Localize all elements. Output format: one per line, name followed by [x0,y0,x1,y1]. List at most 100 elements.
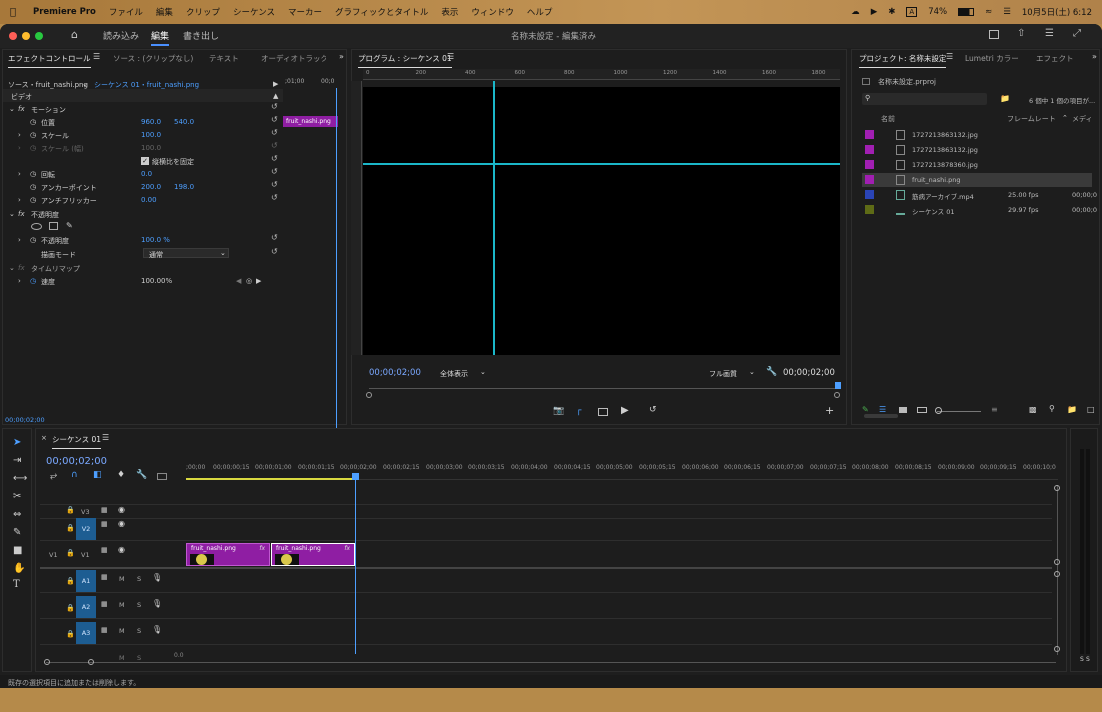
tab-effects[interactable]: エフェクト [1036,53,1074,64]
reset-icon[interactable]: ↺ [271,193,278,202]
label-color-swatch[interactable] [865,175,874,184]
eye-icon[interactable]: ◉ [118,545,125,554]
sync-icon[interactable]: ▦ [101,520,108,528]
mute-button[interactable]: M [119,575,125,583]
source-patch-v1[interactable]: V1 [49,551,58,559]
column-media[interactable]: メディ [1072,114,1093,124]
stopwatch-icon[interactable]: ◷ [30,170,36,178]
blend-mode-select[interactable]: 通常 ⌄ [143,248,229,259]
reset-icon[interactable]: ↺ [271,115,278,124]
label-color-swatch[interactable] [865,160,874,169]
stopwatch-icon[interactable]: ◷ [30,277,36,285]
guide-horizontal[interactable] [363,163,840,165]
snap-icon[interactable]: ∩ [71,470,78,480]
guide-vertical[interactable] [493,81,495,355]
reset-icon[interactable]: ↺ [271,102,278,111]
timeline-timecode[interactable]: 00;00;02;00 [46,456,107,467]
stopwatch-icon[interactable]: ◷ [30,196,36,204]
timecode-program[interactable]: 00;00;02;00 [369,368,421,378]
menu-help[interactable]: ヘルプ [527,6,553,18]
work-area-bar[interactable] [186,478,356,480]
track-label-v1[interactable]: V1 [81,551,90,559]
bluetooth-icon[interactable]: ✱ [888,7,895,17]
play-status-icon[interactable]: ▶ [871,7,878,17]
menu-marker[interactable]: マーカー [288,6,322,18]
list-view-icon[interactable]: ☰ [879,405,886,414]
stopwatch-icon[interactable]: ◷ [30,183,36,191]
linked-selection-icon[interactable]: ◧ [93,470,102,480]
scroll-handle-top[interactable] [1054,485,1060,491]
position-y-value[interactable]: 540.0 [174,118,194,126]
expand-icon[interactable]: › [18,196,21,204]
wifi-icon[interactable]: ≈ [985,7,992,17]
freeform-view-icon[interactable] [917,407,927,413]
column-name[interactable]: 名前 [881,114,895,124]
meter-solo-right[interactable]: S [1086,656,1090,663]
timeline-close-icon[interactable]: × [41,434,47,442]
pen-tool-icon[interactable]: ✎ [13,527,21,538]
add-marker-icon[interactable]: ♦ [117,470,125,480]
tab-audio-track[interactable]: オーディオトラック [261,53,326,64]
track-target-a1[interactable]: A1 [76,570,96,592]
reset-icon[interactable]: ↺ [271,128,278,137]
mini-timeline-clip[interactable]: fruit_nashi.png [283,116,338,127]
sort-ascending-icon[interactable]: ⌃ [1062,114,1068,122]
project-item-selected[interactable]: fruit_nashi.png [862,173,1092,187]
tab-sequence[interactable]: シーケンス 01 [52,434,102,449]
label-color-swatch[interactable] [865,145,874,154]
scrollbar-vertical[interactable] [1057,485,1058,655]
uniform-scale-checkbox[interactable]: ✓ [141,157,149,165]
lock-icon[interactable]: 🔒 [66,577,75,585]
fit-select[interactable]: 全体表示 ⌄ [435,368,489,378]
slider-knob[interactable] [935,407,942,414]
sync-icon[interactable]: ▦ [101,626,108,634]
project-menu-icon[interactable]: ☰ [946,52,953,61]
input-source-icon[interactable]: A [906,7,918,17]
track-label-v3[interactable]: V3 [81,508,90,516]
project-item[interactable]: 1727213878360.jpg [862,158,1092,172]
stopwatch-icon[interactable]: ◷ [30,236,36,244]
expand-icon[interactable]: › [18,131,21,139]
anchor-x-value[interactable]: 200.0 [141,183,161,191]
wrench-icon[interactable]: 🔧 [766,367,777,377]
scroll-handle-bottom[interactable] [1054,646,1060,652]
mute-button[interactable]: M [119,627,125,635]
solo-button[interactable]: S [137,575,141,583]
pen-mask-icon[interactable]: ✎ [66,221,73,230]
expand-icon[interactable]: › [18,170,21,178]
control-center-icon[interactable]: ☰ [1003,7,1011,17]
mix-solo-button[interactable]: S [137,654,141,662]
creative-cloud-icon[interactable]: ☁ [851,7,860,17]
tab-project[interactable]: プロジェクト: 名称未設定 [859,53,947,68]
label-color-swatch[interactable] [865,130,874,139]
disclosure-triangle-icon[interactable]: ⌄ [9,105,15,113]
track-target-v2[interactable]: V2 [76,518,96,540]
label-color-swatch[interactable] [865,190,874,199]
reset-icon[interactable]: ↺ [271,247,278,256]
minimize-button[interactable] [22,32,30,40]
fx-icon[interactable]: fx [18,105,25,113]
ellipse-mask-icon[interactable] [31,223,42,230]
mark-in-icon[interactable]: ┌ [576,406,581,416]
reset-icon[interactable]: ↺ [271,233,278,242]
home-icon[interactable]: ⌂ [71,28,78,41]
mute-button[interactable]: M [119,601,125,609]
mini-timeline-play-icon[interactable]: ▶ [273,80,278,88]
keyframe-next-icon[interactable]: ▶ [256,277,261,285]
menu-edit[interactable]: 編集 [156,6,173,18]
menu-clip[interactable]: クリップ [186,6,220,18]
mix-value[interactable]: 0.0 [174,652,184,659]
reset-icon[interactable]: ↺ [271,154,278,163]
workspace-import[interactable]: 読み込み [103,29,139,42]
program-scrub-bar[interactable] [369,388,837,389]
reset-icon[interactable]: ↺ [271,180,278,189]
source-dropdown-icon[interactable]: ⌄ [82,80,88,88]
effect-controls-timecode[interactable]: 00;00;02;00 [5,416,45,424]
apple-menu-icon[interactable]:  [10,7,24,18]
time-remap-row[interactable]: ⌄ fx タイムリマップ [3,261,283,274]
scale-value[interactable]: 100.0 [141,131,161,139]
menu-file[interactable]: ファイル [109,6,143,18]
disclosure-triangle-icon[interactable]: ⌄ [9,210,15,218]
lock-icon[interactable]: 🔒 [66,524,75,532]
label-color-swatch[interactable] [865,205,874,214]
